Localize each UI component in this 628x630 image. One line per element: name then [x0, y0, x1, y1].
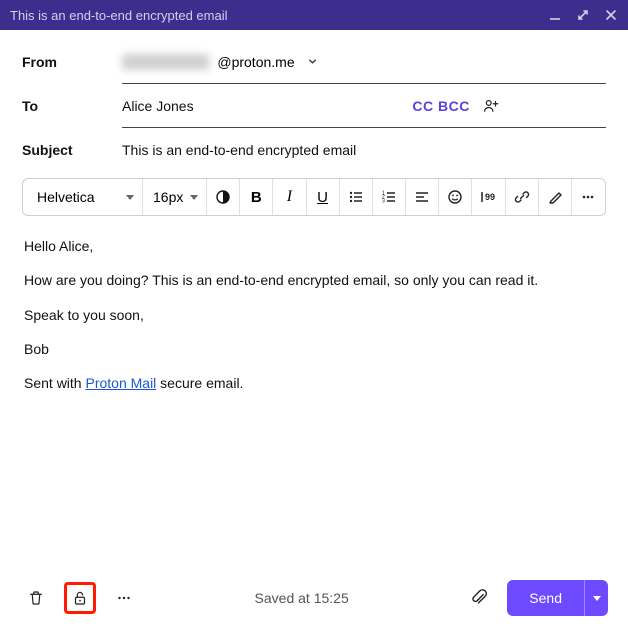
more-format-icon[interactable] — [572, 179, 605, 215]
send-button[interactable]: Send — [507, 580, 584, 616]
bullet-list-icon[interactable] — [340, 179, 373, 215]
send-options-dropdown[interactable] — [584, 580, 608, 616]
expand-icon[interactable] — [576, 8, 590, 22]
saved-status: Saved at 15:25 — [152, 590, 451, 606]
align-icon[interactable] — [406, 179, 439, 215]
contacts-icon[interactable] — [482, 97, 500, 115]
subject-input[interactable] — [122, 142, 606, 158]
body-line: How are you doing? This is an end-to-end… — [24, 270, 604, 290]
italic-icon[interactable]: I — [273, 179, 306, 215]
to-label: To — [22, 98, 122, 114]
encryption-lock-icon[interactable] — [64, 582, 96, 614]
emoji-icon[interactable] — [439, 179, 472, 215]
attachment-icon[interactable] — [463, 588, 495, 608]
close-icon[interactable] — [604, 8, 618, 22]
svg-text:3: 3 — [382, 199, 385, 205]
titlebar: This is an end-to-end encrypted email — [0, 0, 628, 30]
format-toolbar: Helvetica 16px B I U 123 99 — [22, 178, 606, 216]
font-size-select[interactable]: 16px — [143, 179, 207, 215]
underline-icon[interactable]: U — [307, 179, 340, 215]
message-body[interactable]: Hello Alice, How are you doing? This is … — [22, 216, 606, 427]
chevron-down-icon — [307, 56, 318, 67]
from-row: From ████████ @proton.me — [22, 40, 606, 84]
from-masked: ████████ — [122, 54, 209, 70]
blockquote-icon[interactable]: 99 — [472, 179, 505, 215]
from-domain: @proton.me — [217, 54, 294, 70]
color-icon[interactable] — [207, 179, 240, 215]
body-line: Bob — [24, 339, 604, 359]
svg-text:99: 99 — [485, 192, 495, 202]
bold-icon[interactable]: B — [240, 179, 273, 215]
body-signature: Sent with Proton Mail secure email. — [24, 373, 604, 393]
more-options-icon[interactable] — [108, 582, 140, 614]
minimize-icon[interactable] — [548, 8, 562, 22]
ordered-list-icon[interactable]: 123 — [373, 179, 406, 215]
window-title: This is an end-to-end encrypted email — [10, 8, 228, 23]
clear-format-icon[interactable] — [539, 179, 572, 215]
proton-mail-link[interactable]: Proton Mail — [85, 375, 156, 391]
body-line: Speak to you soon, — [24, 305, 604, 325]
subject-row: Subject — [22, 128, 606, 172]
link-icon[interactable] — [506, 179, 539, 215]
trash-icon[interactable] — [20, 582, 52, 614]
to-input[interactable] — [122, 84, 412, 127]
from-selector[interactable]: ████████ @proton.me — [122, 54, 318, 70]
cc-bcc-toggle[interactable]: CC BCC — [412, 98, 469, 114]
to-row: To CC BCC — [22, 84, 606, 128]
subject-label: Subject — [22, 142, 122, 158]
from-label: From — [22, 54, 122, 70]
composer-footer: Saved at 15:25 Send — [0, 574, 628, 630]
body-line: Hello Alice, — [24, 236, 604, 256]
font-family-select[interactable]: Helvetica — [23, 179, 143, 215]
